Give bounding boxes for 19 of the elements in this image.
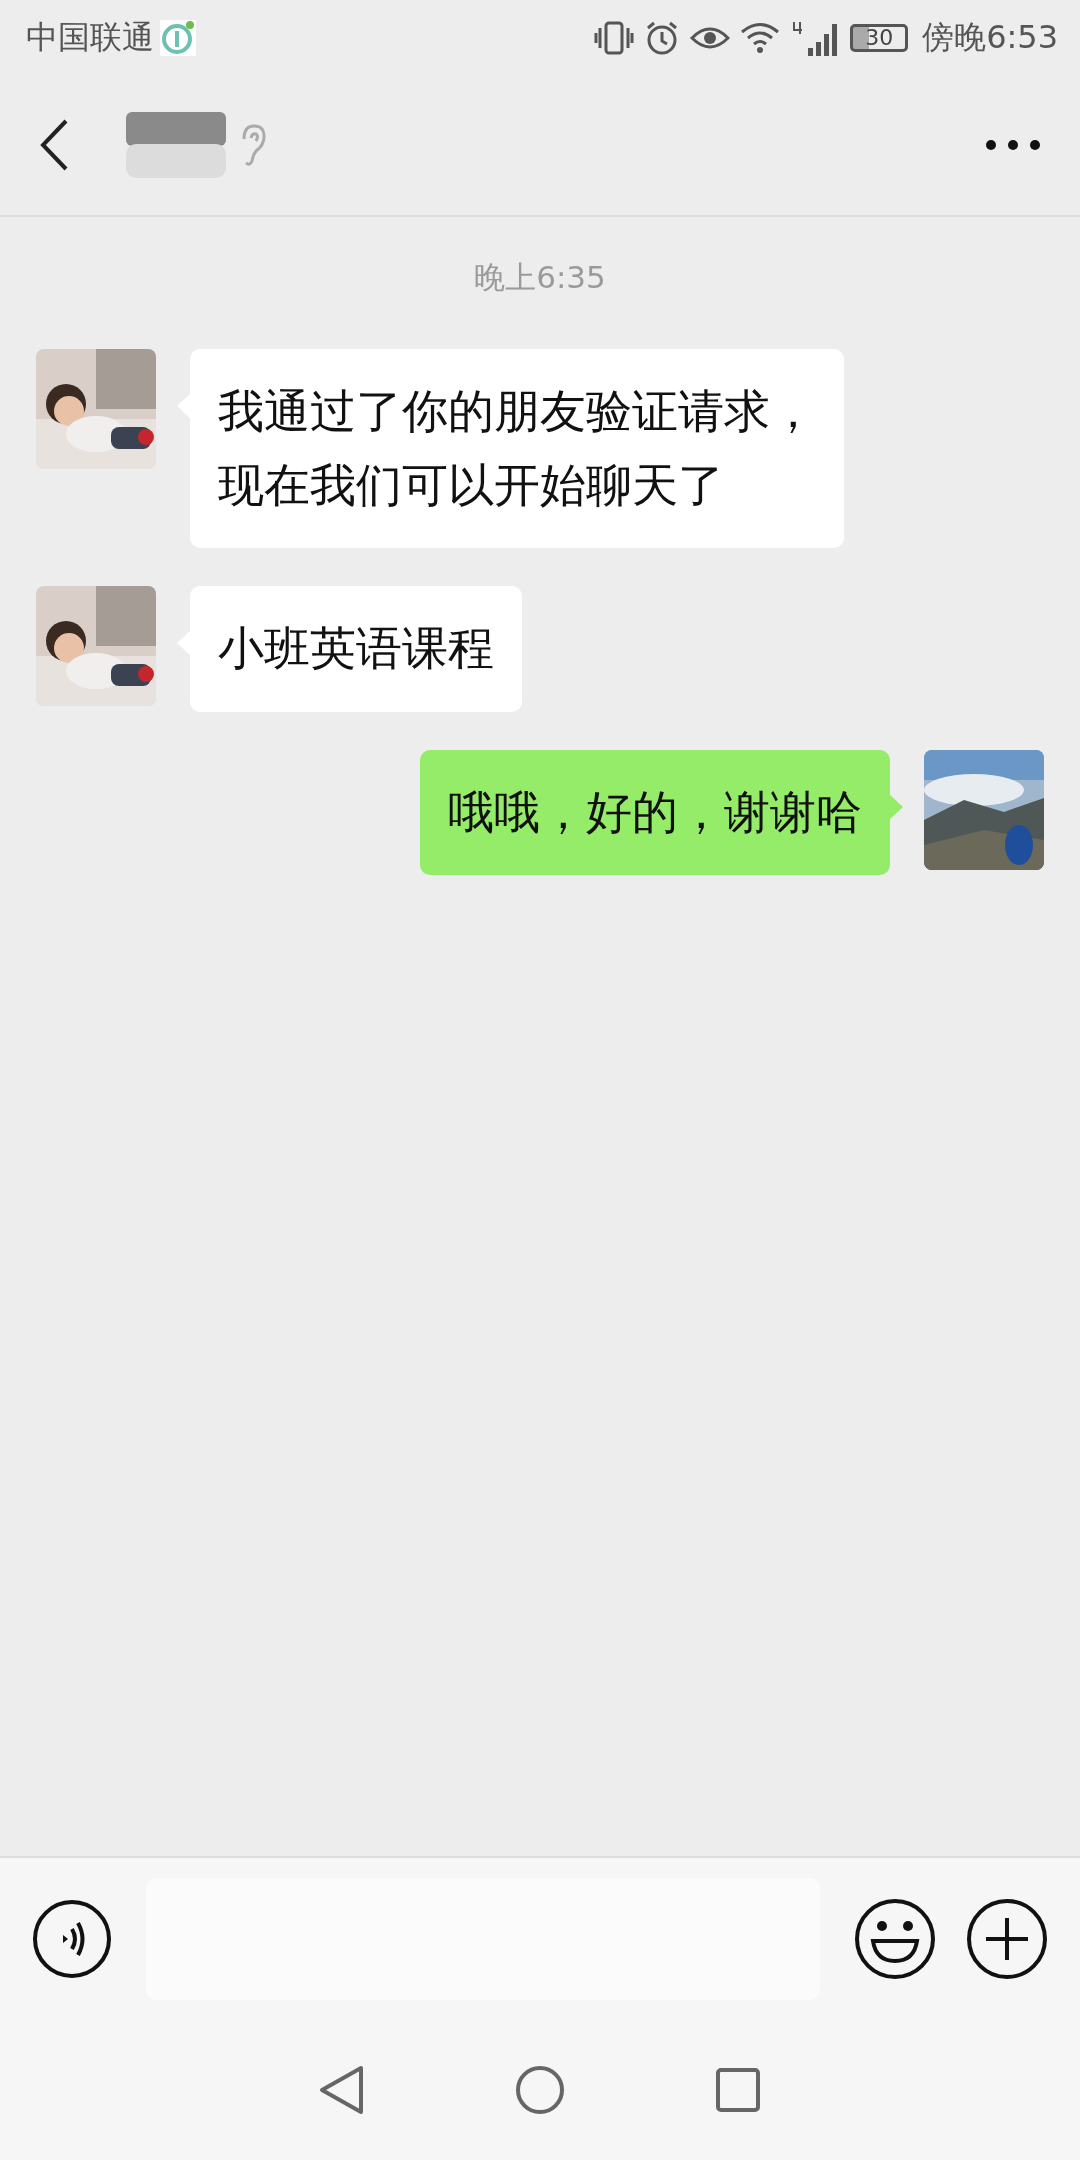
- bank-app-icon: [160, 19, 196, 56]
- more-icon[interactable]: [986, 140, 1040, 150]
- emoji-icon[interactable]: [854, 1898, 936, 1980]
- wifi-icon: [740, 21, 781, 54]
- home-nav-icon[interactable]: [515, 2065, 565, 2115]
- message-bubble: 哦哦，好的，谢谢哈: [420, 749, 890, 876]
- message-bubble: 我通过了你的朋友验证请求， 现在我们可以开始聊天了: [190, 349, 844, 549]
- bubble-tail: [889, 793, 903, 820]
- back-icon[interactable]: [38, 118, 70, 172]
- message-timestamp: 晚上6:35: [474, 258, 606, 297]
- message-bubble: 小班英语课程: [190, 586, 522, 712]
- vibrate-icon: [594, 19, 635, 56]
- recents-nav-icon[interactable]: [715, 2067, 761, 2113]
- battery-indicator: 30: [850, 23, 909, 52]
- clock-time: 傍晚6:53: [922, 16, 1058, 58]
- back-nav-icon[interactable]: [319, 2065, 365, 2115]
- carrier-name: 中国联通: [26, 16, 154, 58]
- voice-icon[interactable]: [32, 1899, 112, 1979]
- add-icon[interactable]: [966, 1898, 1048, 1980]
